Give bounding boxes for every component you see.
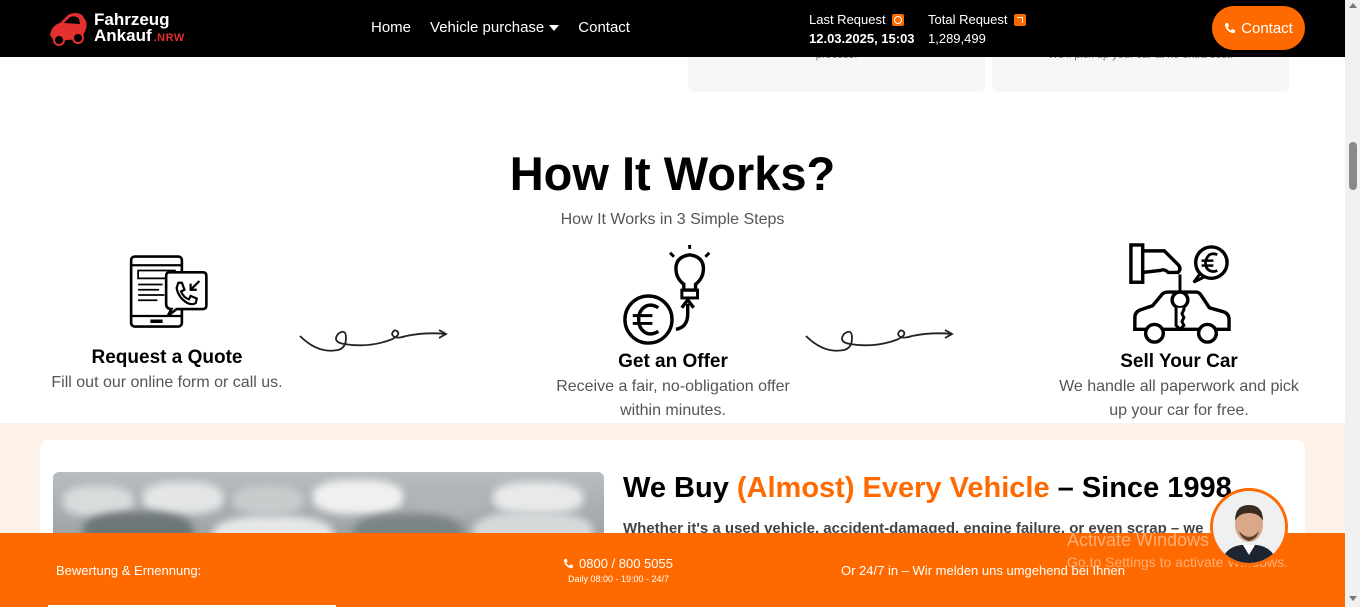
scroll-up-icon[interactable] (1349, 3, 1357, 8)
step-description: Receive a fair, no-obligation offer (556, 378, 790, 395)
opening-hours: Daily 08:00 - 19:00 - 24/7 (568, 574, 670, 584)
car-logo-icon (50, 13, 87, 46)
clock-icon (891, 13, 904, 26)
phone-link[interactable]: 0800 / 800 5055 (563, 556, 673, 571)
euro-lightbulb-icon (623, 244, 711, 345)
total-request-label: Total Request (928, 12, 1008, 27)
last-request-stat: Last Request 12.03.2025, 15:03 (809, 12, 915, 46)
phone-icon (1225, 23, 1236, 34)
top-navbar: Fahrzeug Ankauf .NRW Home Vehicle purchas… (0, 0, 1345, 57)
section-title: How It Works? (509, 147, 836, 200)
step-title: Sell Your Car (1120, 351, 1238, 372)
buy-title-highlight: (Almost) Every Vehicle (736, 472, 1050, 504)
contact-button[interactable]: Contact (1212, 6, 1305, 50)
trend-up-icon (1013, 13, 1026, 26)
section-subtitle: How It Works in 3 Simple Steps (560, 211, 785, 228)
contact-button-label: Contact (1241, 19, 1293, 37)
nav-vehicle-purchase[interactable]: Vehicle purchase (430, 19, 560, 36)
step-get-offer: Get an Offer Receive a fair, no-obligati… (546, 243, 800, 423)
arrow-squiggle-icon (299, 329, 448, 352)
step-description: up your car for free. (1109, 402, 1249, 419)
main-nav: Home Vehicle purchase Contact (371, 19, 649, 36)
chevron-down-icon (549, 24, 560, 31)
step-title: Get an Offer (618, 351, 728, 372)
rating-label: Bewertung & Ernennung: (56, 563, 202, 578)
os-activation-watermark: Activate Windows (1067, 530, 1210, 550)
phone-icon (563, 558, 574, 569)
brand-name-line2: Ankauf .NRW (94, 26, 185, 45)
step-sell-car: Sell Your Car We handle all paperwork an… (1052, 243, 1306, 423)
phone-number: 0800 / 800 5055 (579, 556, 673, 571)
buy-section-title: We Buy (Almost) Every Vehicle – Since 19… (623, 472, 1232, 504)
scrollbar-thumb[interactable] (1349, 142, 1357, 190)
support-agent-avatar[interactable] (1210, 488, 1288, 566)
nav-vehicle-purchase-label: Vehicle purchase (430, 19, 545, 36)
step-request-quote: Request a Quote Fill out our online form… (40, 243, 294, 395)
total-request-value: 1,289,499 (928, 31, 986, 46)
page-scrollbar[interactable] (1345, 0, 1360, 607)
step-description: We handle all paperwork and pick (1059, 378, 1299, 395)
step-description: Fill out our online form or call us. (51, 374, 283, 391)
nav-home[interactable]: Home (371, 19, 411, 36)
page: process. We'll pick up your car at no ex… (0, 0, 1360, 607)
nav-contact[interactable]: Contact (578, 19, 630, 36)
arrow-squiggle-icon (805, 329, 954, 352)
last-request-label: Last Request (809, 12, 886, 27)
step-description: within minutes. (620, 402, 726, 419)
brand-suffix: .NRW (153, 32, 185, 44)
car-key-sale-icon (1129, 243, 1231, 344)
step-title: Request a Quote (91, 347, 243, 368)
person-portrait-icon (1213, 491, 1285, 563)
scroll-down-icon[interactable] (1349, 596, 1357, 601)
form-phone-icon (129, 255, 208, 328)
last-request-value: 12.03.2025, 15:03 (809, 31, 915, 46)
brand-logo[interactable]: Fahrzeug Ankauf .NRW (46, 9, 185, 49)
total-request-stat: Total Request 1,289,499 (928, 12, 1026, 46)
